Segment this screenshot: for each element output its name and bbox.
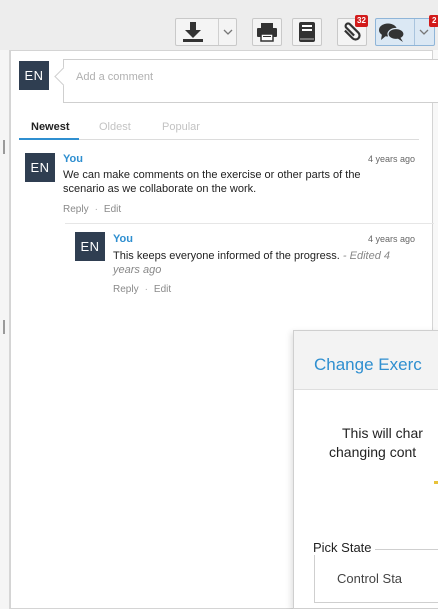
comment-text: This keeps everyone informed of the prog… — [113, 249, 428, 277]
modal-message-line: changing cont — [329, 444, 417, 460]
download-dropdown[interactable] — [218, 19, 237, 45]
modal-title: Change Exerc — [314, 355, 422, 374]
edit-link[interactable]: Edit — [154, 284, 171, 295]
book-button[interactable] — [292, 18, 322, 46]
download-icon — [183, 22, 203, 42]
edited-note: years ago — [113, 264, 162, 276]
separator-dot: · — [94, 204, 98, 215]
modal-header: Change Exerc — [294, 331, 438, 390]
reply-link[interactable]: Reply — [63, 204, 89, 215]
comment-author[interactable]: You — [63, 153, 83, 165]
divider — [65, 223, 434, 224]
comment-input[interactable] — [74, 70, 418, 84]
avatar: EN — [25, 153, 55, 182]
comments-count-badge: 2 — [429, 15, 438, 27]
avatar: EN — [19, 61, 49, 90]
comment-timestamp: 4 years ago — [368, 234, 416, 244]
toolbar: 32 2 — [0, 0, 438, 50]
comment-timestamp: 4 years ago — [368, 154, 416, 164]
comment-text-body: This keeps everyone informed of the prog… — [113, 250, 340, 262]
attachments-count-badge: 32 — [355, 15, 368, 27]
active-tab-indicator — [19, 138, 79, 140]
download-button[interactable] — [175, 18, 237, 46]
modal-message-line: This will char — [342, 425, 423, 441]
left-strip-mark — [3, 320, 5, 334]
comment-author[interactable]: You — [113, 233, 133, 245]
comments-button[interactable] — [375, 18, 435, 46]
left-strip-mark — [3, 140, 5, 154]
tab-newest[interactable]: Newest — [31, 121, 70, 133]
edited-note: - Edited 4 — [342, 250, 390, 262]
reply-link[interactable]: Reply — [113, 284, 139, 295]
comment-text-line: We can make comments on the exercise or … — [63, 169, 361, 181]
chevron-down-icon — [223, 29, 233, 35]
separator-dot: · — [144, 284, 148, 295]
tab-oldest[interactable]: Oldest — [99, 121, 131, 133]
comment-actions: Reply · Edit — [113, 284, 171, 295]
comment-actions: Reply · Edit — [63, 204, 121, 215]
highlight-mark — [434, 481, 438, 484]
book-icon — [299, 22, 315, 42]
chevron-down-icon — [419, 29, 429, 35]
print-button[interactable] — [252, 18, 282, 46]
printer-icon — [257, 23, 277, 42]
chat-bubbles-icon — [379, 23, 405, 42]
avatar: EN — [75, 232, 105, 261]
tab-popular[interactable]: Popular — [162, 121, 200, 133]
comment-composer[interactable] — [63, 59, 438, 103]
comment-text-line: This keeps everyone informed of the prog… — [113, 249, 428, 263]
change-exercise-modal: Change Exerc This will char changing con… — [293, 330, 438, 609]
left-background-strip — [0, 50, 10, 609]
pick-state-option[interactable]: Control Sta — [337, 571, 402, 586]
comment-text: We can make comments on the exercise or … — [63, 168, 423, 196]
sort-tabs: Newest Oldest Popular — [19, 117, 419, 140]
pick-state-legend: Pick State — [310, 540, 375, 555]
comment-text-line: scenario as we collaborate on the work. — [63, 183, 257, 195]
edit-link[interactable]: Edit — [104, 204, 121, 215]
